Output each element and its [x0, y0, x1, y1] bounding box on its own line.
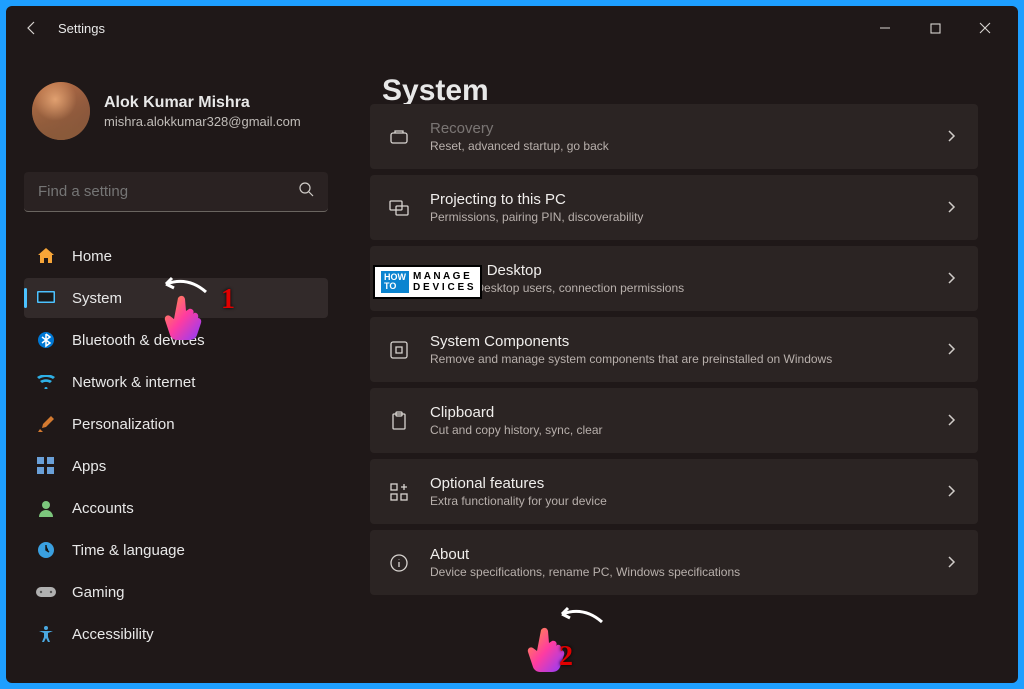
- search-input[interactable]: [38, 183, 298, 200]
- page-title: System: [382, 74, 978, 108]
- chevron-right-icon: [944, 342, 960, 358]
- search-icon: [298, 181, 314, 202]
- search-box[interactable]: [24, 172, 328, 212]
- card-title: About: [430, 546, 924, 563]
- annotation-pointer-1: [162, 294, 206, 342]
- card-subtitle: Cut and copy history, sync, clear: [430, 423, 924, 437]
- wifi-icon: [36, 372, 56, 392]
- chevron-right-icon: [944, 413, 960, 429]
- card-components[interactable]: System Components Remove and manage syst…: [370, 317, 978, 382]
- apps-icon: [36, 456, 56, 476]
- sidebar-item-label: Network & internet: [72, 374, 195, 391]
- sidebar-item-network[interactable]: Network & internet: [24, 362, 328, 402]
- card-title: Clipboard: [430, 404, 924, 421]
- chevron-right-icon: [944, 129, 960, 145]
- chevron-right-icon: [944, 271, 960, 287]
- clipboard-icon: [388, 410, 410, 432]
- card-subtitle: Extra functionality for your device: [430, 494, 924, 508]
- card-projecting[interactable]: Projecting to this PC Permissions, pairi…: [370, 175, 978, 240]
- system-icon: [36, 288, 56, 308]
- card-recovery[interactable]: Recovery Reset, advanced startup, go bac…: [370, 104, 978, 169]
- person-icon: [36, 498, 56, 518]
- sidebar-item-accessibility[interactable]: Accessibility: [24, 614, 328, 654]
- sidebar-item-gaming[interactable]: Gaming: [24, 572, 328, 612]
- card-title: Remote Desktop: [430, 262, 924, 279]
- sidebar-item-label: Home: [72, 248, 112, 265]
- sidebar-item-label: Accessibility: [72, 626, 154, 643]
- card-subtitle: Reset, advanced startup, go back: [430, 139, 924, 153]
- bluetooth-icon: [36, 330, 56, 350]
- close-button[interactable]: [962, 12, 1008, 44]
- card-subtitle: Remove and manage system components that…: [430, 352, 924, 366]
- card-subtitle: Device specifications, rename PC, Window…: [430, 565, 924, 579]
- annotation-number-1: 1: [221, 284, 235, 316]
- sidebar-item-label: Time & language: [72, 542, 185, 559]
- sidebar-item-label: Apps: [72, 458, 106, 475]
- card-clipboard[interactable]: Clipboard Cut and copy history, sync, cl…: [370, 388, 978, 453]
- maximize-button[interactable]: [912, 12, 958, 44]
- card-optional[interactable]: Optional features Extra functionality fo…: [370, 459, 978, 524]
- about-icon: [388, 552, 410, 574]
- profile-section[interactable]: Alok Kumar Mishra mishra.alokkumar328@gm…: [24, 68, 328, 154]
- project-icon: [388, 197, 410, 219]
- brush-icon: [36, 414, 56, 434]
- card-about[interactable]: About Device specifications, rename PC, …: [370, 530, 978, 595]
- sidebar-item-label: Personalization: [72, 416, 175, 433]
- sidebar-item-apps[interactable]: Apps: [24, 446, 328, 486]
- chevron-right-icon: [944, 200, 960, 216]
- sidebar-item-personalization[interactable]: Personalization: [24, 404, 328, 444]
- card-subtitle: Remote Desktop users, connection permiss…: [430, 281, 924, 295]
- titlebar: Settings: [6, 6, 1018, 50]
- minimize-button[interactable]: [862, 12, 908, 44]
- components-icon: [388, 339, 410, 361]
- chevron-right-icon: [944, 484, 960, 500]
- chevron-right-icon: [944, 555, 960, 571]
- accessibility-icon: [36, 624, 56, 644]
- card-title: Recovery: [430, 120, 924, 137]
- user-name: Alok Kumar Mishra: [104, 94, 301, 112]
- back-button[interactable]: [16, 12, 48, 44]
- sidebar-item-time[interactable]: Time & language: [24, 530, 328, 570]
- sidebar-item-home[interactable]: Home: [24, 236, 328, 276]
- annotation-arrow-2: [554, 604, 604, 628]
- sidebar-item-label: System: [72, 290, 122, 307]
- user-email: mishra.alokkumar328@gmail.com: [104, 114, 301, 129]
- clock-icon: [36, 540, 56, 560]
- gamepad-icon: [36, 582, 56, 602]
- main-panel: System Recovery Reset, advanced startup,…: [346, 50, 1018, 683]
- card-title: Projecting to this PC: [430, 191, 924, 208]
- sidebar-item-label: Accounts: [72, 500, 134, 517]
- card-title: System Components: [430, 333, 924, 350]
- card-subtitle: Permissions, pairing PIN, discoverabilit…: [430, 210, 924, 224]
- recovery-icon: [388, 126, 410, 148]
- home-icon: [36, 246, 56, 266]
- sidebar-item-accounts[interactable]: Accounts: [24, 488, 328, 528]
- settings-cards: Recovery Reset, advanced startup, go bac…: [370, 128, 978, 595]
- card-title: Optional features: [430, 475, 924, 492]
- avatar: [32, 82, 90, 140]
- sidebar: Alok Kumar Mishra mishra.alokkumar328@gm…: [6, 50, 346, 683]
- optional-icon: [388, 481, 410, 503]
- app-title: Settings: [58, 21, 105, 36]
- watermark-logo: HOWTO M A N A G ED E V I C E S: [373, 265, 482, 299]
- sidebar-item-label: Gaming: [72, 584, 125, 601]
- annotation-number-2: 2: [559, 641, 573, 673]
